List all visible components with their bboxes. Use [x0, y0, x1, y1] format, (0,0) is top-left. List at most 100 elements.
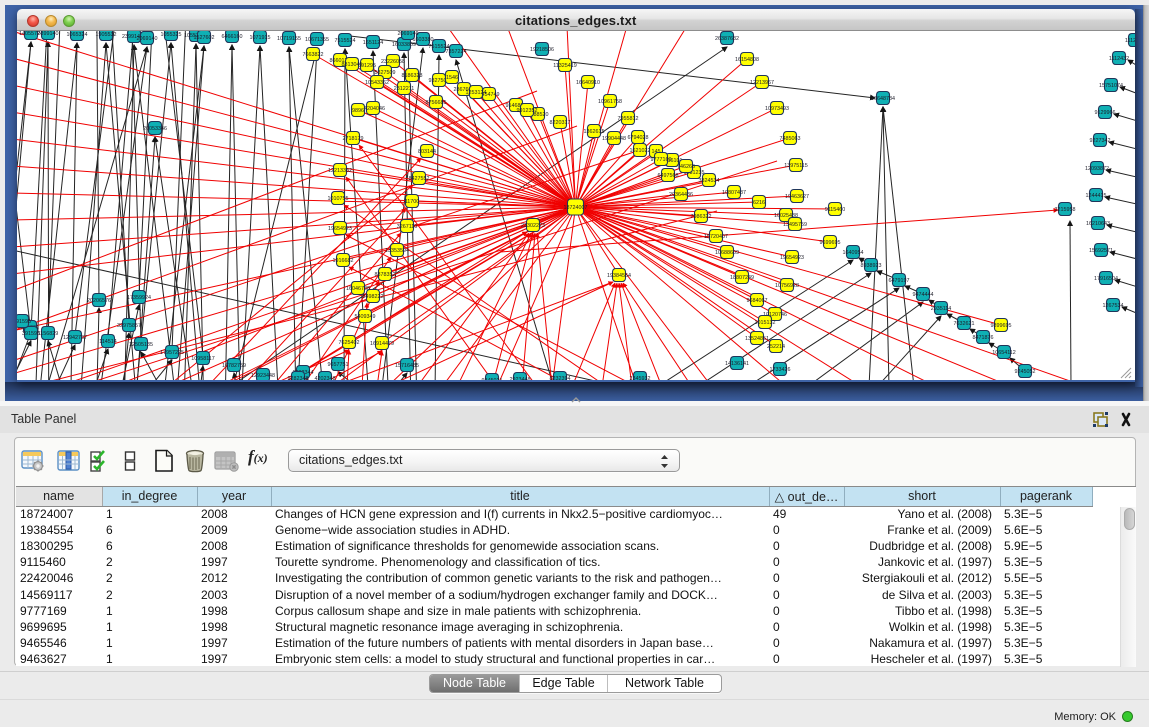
svg-text:7955812: 7955812	[618, 116, 639, 122]
svg-text:9912352: 9912352	[517, 108, 538, 114]
svg-text:9282348: 9282348	[288, 376, 309, 381]
svg-text:9245052: 9245052	[1015, 369, 1036, 375]
svg-text:18807249: 18807249	[730, 275, 754, 281]
svg-text:19384554: 19384554	[607, 273, 631, 279]
svg-text:7632621: 7632621	[954, 321, 975, 327]
svg-text:2345932: 2345932	[630, 376, 651, 381]
svg-text:14136141: 14136141	[725, 361, 749, 367]
svg-text:15692571: 15692571	[1089, 248, 1113, 254]
svg-text:2718179: 2718179	[343, 136, 364, 142]
svg-text:13524851: 13524851	[745, 336, 769, 342]
svg-text:23226058: 23226058	[381, 59, 405, 65]
svg-text:1733426: 1733426	[770, 367, 791, 373]
svg-text:1546: 1546	[446, 75, 458, 81]
svg-text:114514: 114514	[99, 339, 117, 345]
svg-text:8220317: 8220317	[550, 120, 571, 126]
svg-text:6497568: 6497568	[658, 173, 679, 179]
svg-text:26387682: 26387682	[715, 36, 739, 42]
svg-text:9896: 9896	[352, 108, 364, 114]
svg-text:10688609: 10688609	[715, 250, 739, 256]
svg-text:9684067: 9684067	[747, 298, 768, 304]
svg-text:10543362: 10543362	[365, 80, 389, 86]
svg-text:7515524: 7515524	[335, 38, 356, 44]
svg-text:10654112: 10654112	[992, 350, 1016, 356]
svg-text:1156829: 1156829	[38, 331, 59, 337]
svg-text:16914479: 16914479	[370, 341, 394, 347]
svg-text:12505135: 12505135	[129, 342, 153, 348]
svg-text:1267534: 1267534	[1103, 303, 1124, 309]
svg-text:2935114: 2935114	[931, 306, 952, 312]
svg-text:9777169: 9777169	[651, 157, 672, 163]
svg-text:12093872: 12093872	[1085, 166, 1109, 172]
svg-text:20364436: 20364436	[669, 192, 693, 198]
svg-text:16782759: 16782759	[222, 363, 246, 369]
svg-text:10807487: 10807487	[722, 190, 746, 196]
svg-text:6466160: 6466160	[222, 34, 243, 40]
svg-text:8232394: 8232394	[550, 376, 571, 381]
svg-text:17916504: 17916504	[1094, 276, 1118, 282]
svg-text:12213382: 12213382	[328, 168, 352, 174]
svg-text:13975115: 13975115	[784, 163, 808, 169]
svg-text:17359924: 17359924	[127, 295, 151, 301]
svg-text:9115460: 9115460	[825, 207, 846, 213]
svg-text:8938923: 8938923	[861, 263, 882, 269]
svg-text:3215958: 3215958	[1055, 207, 1076, 213]
svg-text:10958117: 10958117	[191, 356, 215, 362]
svg-text:12923448: 12923448	[251, 373, 275, 379]
svg-text:9227342: 9227342	[1090, 138, 1111, 144]
svg-text:13495759: 13495759	[783, 222, 807, 228]
svg-text:19904448: 19904448	[602, 136, 626, 142]
svg-text:10719155: 10719155	[277, 36, 301, 42]
svg-text:9699695: 9699695	[820, 240, 841, 246]
svg-text:746266: 746266	[677, 164, 695, 170]
svg-text:10756928: 10756928	[775, 283, 799, 289]
svg-text:9345021: 9345021	[482, 378, 503, 381]
svg-text:7663822: 7663822	[303, 52, 324, 58]
svg-text:1905532: 1905532	[96, 32, 117, 38]
svg-text:19654923: 19654923	[328, 226, 352, 232]
svg-text:7485063: 7485063	[780, 136, 801, 142]
svg-text:6479197: 6479197	[889, 278, 910, 284]
svg-text:11700: 11700	[405, 199, 420, 205]
svg-text:9899695: 9899695	[991, 323, 1012, 329]
svg-text:2069146: 2069146	[398, 31, 419, 37]
svg-text:2069140: 2069140	[137, 36, 158, 42]
svg-text:5498222: 5498222	[363, 294, 384, 300]
svg-text:1621022: 1621022	[630, 148, 651, 154]
svg-text:2923448: 2923448	[510, 377, 531, 381]
svg-text:2399140: 2399140	[38, 31, 59, 37]
svg-text:1244415: 1244415	[1086, 193, 1107, 199]
svg-text:1527602: 1527602	[194, 35, 215, 41]
svg-text:8813045: 8813045	[342, 62, 363, 68]
svg-text:10671355: 10671355	[305, 37, 329, 43]
svg-text:8756685: 8756685	[426, 100, 447, 106]
svg-text:1253124: 1253124	[466, 90, 487, 96]
svg-text:19218506: 19218506	[530, 47, 554, 53]
svg-text:15720407: 15720407	[704, 234, 728, 240]
svg-text:1603380: 1603380	[413, 37, 434, 43]
svg-text:12942737: 12942737	[63, 335, 87, 341]
svg-text:3824534: 3824534	[699, 178, 720, 184]
svg-text:3267110: 3267110	[397, 224, 418, 230]
svg-text:1071915: 1071915	[250, 35, 271, 41]
svg-text:1362615: 1362615	[584, 129, 605, 135]
svg-text:19463627: 19463627	[785, 194, 809, 200]
svg-text:4202348: 4202348	[315, 376, 336, 381]
svg-text:18724007: 18724007	[564, 205, 588, 211]
svg-text:8427552: 8427552	[409, 176, 430, 182]
svg-text:16154808: 16154808	[735, 57, 759, 63]
svg-text:12213967: 12213967	[750, 80, 774, 86]
svg-text:1010755: 1010755	[328, 196, 349, 202]
svg-text:8471876: 8471876	[973, 335, 994, 341]
svg-text:23302273: 23302273	[521, 223, 545, 229]
svg-text:9474444: 9474444	[913, 292, 934, 298]
svg-text:17957225: 17957225	[160, 350, 184, 356]
svg-text:7625402: 7625402	[339, 340, 360, 346]
svg-text:1065324: 1065324	[67, 32, 88, 38]
svg-text:11325419: 11325419	[553, 63, 577, 69]
svg-text:15716485: 15716485	[395, 363, 419, 369]
svg-text:32975857: 32975857	[117, 323, 141, 329]
svg-text:19654923: 19654923	[780, 255, 804, 261]
svg-text:13353594: 13353594	[385, 248, 409, 254]
svg-text:10961758: 10961758	[598, 99, 622, 105]
